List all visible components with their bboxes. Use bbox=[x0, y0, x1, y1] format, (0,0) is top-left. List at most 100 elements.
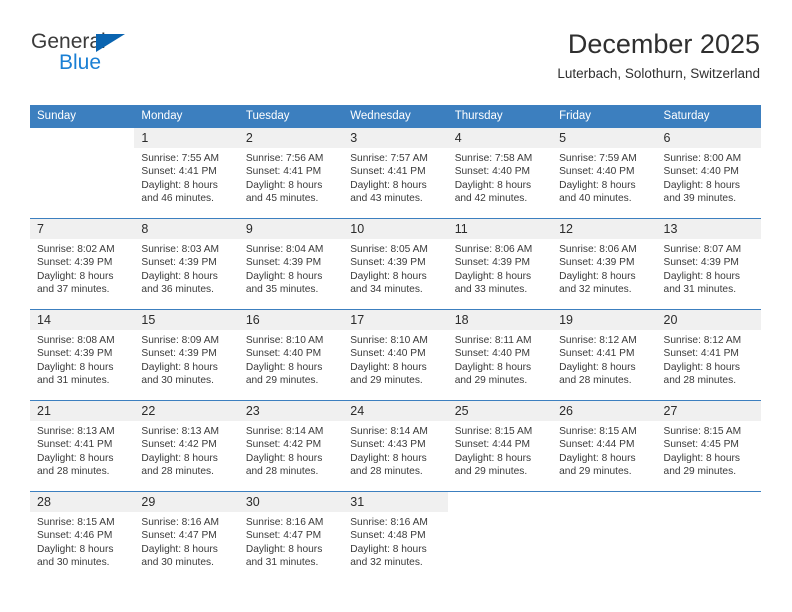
daylight-text-line1: Daylight: 8 hours bbox=[141, 452, 218, 464]
calendar-week-row: 21 Sunrise: 8:13 AM Sunset: 4:41 PM Dayl… bbox=[30, 400, 761, 492]
calendar-day-cell[interactable]: 15 Sunrise: 8:09 AM Sunset: 4:39 PM Dayl… bbox=[134, 309, 239, 401]
day-cell-content bbox=[448, 492, 552, 582]
day-cell-content: 22 Sunrise: 8:13 AM Sunset: 4:42 PM Dayl… bbox=[134, 401, 239, 491]
day-info: Sunrise: 8:14 AM Sunset: 4:42 PM Dayligh… bbox=[239, 421, 343, 479]
day-number: 23 bbox=[238, 401, 344, 421]
calendar-day-cell[interactable]: 7 Sunrise: 8:02 AM Sunset: 4:39 PM Dayli… bbox=[30, 218, 135, 310]
calendar-table: Sunday Monday Tuesday Wednesday Thursday… bbox=[30, 105, 761, 582]
day-number: 28 bbox=[30, 492, 135, 512]
calendar-day-cell[interactable]: 19 Sunrise: 8:12 AM Sunset: 4:41 PM Dayl… bbox=[552, 309, 657, 401]
page-subtitle: Luterbach, Solothurn, Switzerland bbox=[557, 66, 760, 81]
calendar-day-cell[interactable]: 6 Sunrise: 8:00 AM Sunset: 4:40 PM Dayli… bbox=[656, 128, 761, 219]
day-info: Sunrise: 8:11 AM Sunset: 4:40 PM Dayligh… bbox=[448, 330, 552, 388]
sunrise-text: Sunrise: 8:13 AM bbox=[37, 426, 115, 437]
sunrise-text: Sunrise: 8:04 AM bbox=[245, 244, 324, 255]
sunrise-text: Sunrise: 7:56 AM bbox=[245, 153, 324, 164]
day-cell-content: 16 Sunrise: 8:10 AM Sunset: 4:40 PM Dayl… bbox=[238, 310, 344, 400]
sunset-text: Sunset: 4:40 PM bbox=[454, 166, 531, 178]
calendar-day-cell[interactable]: 27 Sunrise: 8:15 AM Sunset: 4:45 PM Dayl… bbox=[656, 400, 761, 492]
sunrise-text: Sunrise: 8:10 AM bbox=[350, 335, 428, 346]
sunrise-text: Sunrise: 8:15 AM bbox=[663, 426, 742, 437]
day-number: 10 bbox=[343, 219, 448, 239]
day-info: Sunrise: 8:07 AM Sunset: 4:39 PM Dayligh… bbox=[657, 239, 761, 297]
calendar-day-cell[interactable]: 17 Sunrise: 8:10 AM Sunset: 4:40 PM Dayl… bbox=[343, 309, 448, 401]
calendar-day-cell[interactable]: 3 Sunrise: 7:57 AM Sunset: 4:41 PM Dayli… bbox=[343, 128, 448, 219]
calendar-page: General Blue December 2025 Luterbach, So… bbox=[0, 0, 792, 612]
calendar-day-cell[interactable]: 25 Sunrise: 8:15 AM Sunset: 4:44 PM Dayl… bbox=[447, 400, 553, 492]
day-info: Sunrise: 8:15 AM Sunset: 4:44 PM Dayligh… bbox=[552, 421, 656, 479]
calendar-day-cell[interactable] bbox=[552, 491, 657, 582]
calendar-day-cell[interactable]: 10 Sunrise: 8:05 AM Sunset: 4:39 PM Dayl… bbox=[343, 218, 448, 310]
calendar-header-row: Sunday Monday Tuesday Wednesday Thursday… bbox=[30, 105, 761, 128]
day-number: 19 bbox=[552, 310, 657, 330]
calendar-day-cell[interactable] bbox=[30, 128, 134, 219]
calendar-day-cell[interactable]: 24 Sunrise: 8:14 AM Sunset: 4:43 PM Dayl… bbox=[343, 400, 448, 492]
day-cell-content: 17 Sunrise: 8:10 AM Sunset: 4:40 PM Dayl… bbox=[343, 310, 448, 400]
daylight-text-line1: Daylight: 8 hours bbox=[245, 543, 323, 555]
calendar-day-cell[interactable]: 12 Sunrise: 8:06 AM Sunset: 4:39 PM Dayl… bbox=[552, 218, 657, 310]
calendar-day-cell[interactable]: 21 Sunrise: 8:13 AM Sunset: 4:41 PM Dayl… bbox=[30, 400, 135, 492]
calendar-day-cell[interactable]: 4 Sunrise: 7:58 AM Sunset: 4:40 PM Dayli… bbox=[447, 128, 553, 219]
calendar-day-cell[interactable]: 9 Sunrise: 8:04 AM Sunset: 4:39 PM Dayli… bbox=[238, 218, 344, 310]
day-number: 6 bbox=[656, 128, 761, 148]
sunset-text: Sunset: 4:42 PM bbox=[141, 439, 217, 451]
sunrise-text: Sunrise: 8:14 AM bbox=[245, 426, 324, 437]
day-cell-content: 19 Sunrise: 8:12 AM Sunset: 4:41 PM Dayl… bbox=[552, 310, 657, 400]
calendar-day-cell[interactable]: 20 Sunrise: 8:12 AM Sunset: 4:41 PM Dayl… bbox=[656, 309, 761, 401]
day-info: Sunrise: 8:00 AM Sunset: 4:40 PM Dayligh… bbox=[657, 148, 761, 206]
day-cell-content: 11 Sunrise: 8:06 AM Sunset: 4:39 PM Dayl… bbox=[447, 219, 553, 309]
day-info: Sunrise: 7:56 AM Sunset: 4:41 PM Dayligh… bbox=[239, 148, 343, 206]
day-number: 9 bbox=[238, 219, 344, 239]
daylight-text-line1: Daylight: 8 hours bbox=[350, 452, 427, 464]
calendar-day-cell[interactable] bbox=[447, 491, 553, 582]
day-cell-content: 13 Sunrise: 8:07 AM Sunset: 4:39 PM Dayl… bbox=[656, 219, 761, 309]
calendar-day-cell[interactable]: 2 Sunrise: 7:56 AM Sunset: 4:41 PM Dayli… bbox=[238, 128, 344, 219]
sunrise-text: Sunrise: 8:12 AM bbox=[663, 335, 742, 346]
sunrise-text: Sunrise: 8:05 AM bbox=[350, 244, 428, 255]
calendar-day-cell[interactable]: 1 Sunrise: 7:55 AM Sunset: 4:41 PM Dayli… bbox=[134, 128, 239, 219]
day-number: 18 bbox=[447, 310, 553, 330]
calendar-day-cell[interactable]: 16 Sunrise: 8:10 AM Sunset: 4:40 PM Dayl… bbox=[238, 309, 344, 401]
calendar-day-cell[interactable] bbox=[656, 491, 761, 582]
daylight-text-line1: Daylight: 8 hours bbox=[350, 270, 427, 282]
daylight-text-line2: and 30 minutes. bbox=[141, 557, 214, 569]
day-info: Sunrise: 8:15 AM Sunset: 4:45 PM Dayligh… bbox=[657, 421, 761, 479]
daylight-text-line2: and 36 minutes. bbox=[141, 284, 214, 296]
calendar-day-cell[interactable]: 13 Sunrise: 8:07 AM Sunset: 4:39 PM Dayl… bbox=[656, 218, 761, 310]
sunset-text: Sunset: 4:42 PM bbox=[245, 439, 322, 451]
day-number: 27 bbox=[656, 401, 761, 421]
day-info bbox=[30, 148, 134, 152]
daylight-text-line1: Daylight: 8 hours bbox=[141, 179, 218, 191]
general-blue-logo[interactable]: General Blue bbox=[30, 30, 230, 88]
calendar-day-cell[interactable]: 22 Sunrise: 8:13 AM Sunset: 4:42 PM Dayl… bbox=[134, 400, 239, 492]
calendar-day-cell[interactable]: 5 Sunrise: 7:59 AM Sunset: 4:40 PM Dayli… bbox=[552, 128, 657, 219]
calendar-day-cell[interactable]: 14 Sunrise: 8:08 AM Sunset: 4:39 PM Dayl… bbox=[30, 309, 135, 401]
calendar-day-cell[interactable]: 31 Sunrise: 8:16 AM Sunset: 4:48 PM Dayl… bbox=[343, 491, 448, 582]
daylight-text-line2: and 32 minutes. bbox=[559, 284, 632, 296]
calendar-day-cell[interactable]: 30 Sunrise: 8:16 AM Sunset: 4:47 PM Dayl… bbox=[238, 491, 344, 582]
day-cell-content: 26 Sunrise: 8:15 AM Sunset: 4:44 PM Dayl… bbox=[552, 401, 657, 491]
daylight-text-line1: Daylight: 8 hours bbox=[245, 361, 323, 373]
sunrise-text: Sunrise: 8:02 AM bbox=[37, 244, 115, 255]
sunset-text: Sunset: 4:40 PM bbox=[245, 348, 322, 360]
sunset-text: Sunset: 4:45 PM bbox=[663, 439, 739, 451]
day-cell-content bbox=[30, 128, 134, 218]
sunset-text: Sunset: 4:40 PM bbox=[663, 166, 739, 178]
calendar-day-cell[interactable]: 29 Sunrise: 8:16 AM Sunset: 4:47 PM Dayl… bbox=[134, 491, 239, 582]
calendar-day-cell[interactable]: 26 Sunrise: 8:15 AM Sunset: 4:44 PM Dayl… bbox=[552, 400, 657, 492]
day-cell-content: 4 Sunrise: 7:58 AM Sunset: 4:40 PM Dayli… bbox=[447, 128, 553, 218]
sunrise-text: Sunrise: 8:03 AM bbox=[141, 244, 220, 255]
day-cell-content: 14 Sunrise: 8:08 AM Sunset: 4:39 PM Dayl… bbox=[30, 310, 135, 400]
day-cell-content: 24 Sunrise: 8:14 AM Sunset: 4:43 PM Dayl… bbox=[343, 401, 448, 491]
daylight-text-line2: and 32 minutes. bbox=[350, 557, 423, 569]
calendar-day-cell[interactable]: 8 Sunrise: 8:03 AM Sunset: 4:39 PM Dayli… bbox=[134, 218, 239, 310]
daylight-text-line1: Daylight: 8 hours bbox=[559, 179, 636, 191]
calendar-grid: Sunday Monday Tuesday Wednesday Thursday… bbox=[30, 105, 761, 582]
calendar-day-cell[interactable]: 28 Sunrise: 8:15 AM Sunset: 4:46 PM Dayl… bbox=[30, 491, 135, 582]
calendar-day-cell[interactable]: 11 Sunrise: 8:06 AM Sunset: 4:39 PM Dayl… bbox=[447, 218, 553, 310]
daylight-text-line2: and 28 minutes. bbox=[350, 466, 423, 478]
calendar-day-cell[interactable]: 23 Sunrise: 8:14 AM Sunset: 4:42 PM Dayl… bbox=[238, 400, 344, 492]
daylight-text-line2: and 29 minutes. bbox=[350, 375, 423, 387]
daylight-text-line2: and 29 minutes. bbox=[454, 375, 528, 387]
calendar-day-cell[interactable]: 18 Sunrise: 8:11 AM Sunset: 4:40 PM Dayl… bbox=[447, 309, 553, 401]
